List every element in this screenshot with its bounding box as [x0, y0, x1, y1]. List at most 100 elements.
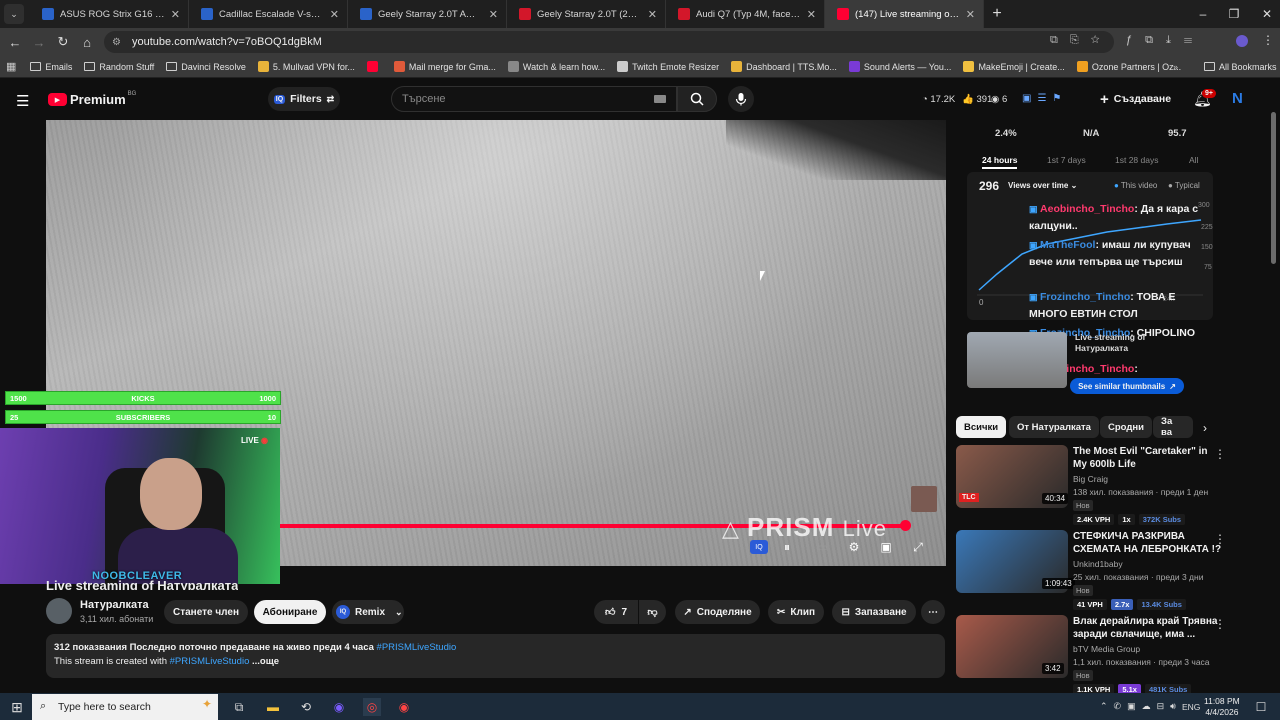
pause-icon[interactable]: ⏸: [778, 540, 796, 554]
new-tab-button[interactable]: +: [984, 5, 1010, 23]
bookmark-item[interactable]: 5. Mullvad VPN for...: [257, 61, 355, 72]
recommended-video[interactable]: TLC 40:34 The Most Evil "Caretaker" in My …: [956, 445, 1256, 525]
bookmark-item[interactable]: Dashboard | TTS.Mo...: [731, 61, 837, 72]
close-tab-icon[interactable]: ✕: [489, 8, 498, 21]
recommended-video[interactable]: 1:09:43 СТЕФКИЧА РАЗКРИВА СХЕМАТА НА ЛЕБР…: [956, 530, 1256, 610]
chrome-icon[interactable]: ◎: [363, 698, 381, 716]
profile-avatar[interactable]: [1236, 35, 1248, 47]
range-tab-all[interactable]: All: [1189, 155, 1198, 165]
chevron-right-icon[interactable]: ›: [1203, 421, 1207, 435]
video-title[interactable]: The Most Evil "Caretaker" in My 600lb Li…: [1073, 445, 1223, 471]
account-avatar[interactable]: N: [1232, 90, 1243, 107]
dislike-button[interactable]: 👎︎: [639, 600, 666, 624]
voice-search-button[interactable]: [728, 86, 754, 112]
app-icon[interactable]: ⟲: [297, 698, 315, 716]
address-bar[interactable]: ⚙ youtube.com/watch?v=7oBOQ1dgBkM: [104, 31, 1114, 53]
windows-start-icon[interactable]: ⊞: [8, 698, 26, 716]
chip-related[interactable]: Сродни: [1100, 416, 1152, 438]
home-button[interactable]: ⌂: [75, 30, 99, 54]
similar-thumbnail-preview[interactable]: [967, 332, 1067, 388]
close-tab-icon[interactable]: ✕: [966, 8, 975, 21]
close-tab-icon[interactable]: ✕: [648, 8, 657, 21]
create-button[interactable]: + Създаване: [1100, 87, 1180, 111]
back-button[interactable]: ←: [3, 30, 27, 54]
close-tab-icon[interactable]: ✕: [171, 8, 180, 21]
bookmark-item[interactable]: Watch & learn how...: [507, 61, 605, 72]
hashtag-link[interactable]: #PRISMLiveStudio: [377, 642, 457, 653]
video-description[interactable]: 312 показвания Последно поточно предаван…: [46, 634, 945, 678]
join-button[interactable]: Станете член: [164, 600, 248, 624]
obs-icon[interactable]: ◉: [395, 698, 413, 716]
page-scrollbar[interactable]: [1271, 112, 1276, 264]
filters-button[interactable]: IQ Filters ⇄: [268, 87, 340, 111]
more-options-icon[interactable]: ⋮: [1214, 447, 1226, 461]
like-button[interactable]: 👍︎ 7: [594, 600, 638, 624]
video-title[interactable]: СТЕФКИЧА РАЗКРИВА СХЕМАТА НА ЛЕБРОНКАТА …: [1073, 530, 1223, 556]
bookmark-item[interactable]: Twitch Emote Resizer: [617, 61, 719, 72]
more-options-icon[interactable]: ⋮: [1214, 532, 1226, 546]
more-bookmarks-icon[interactable]: »: [1173, 62, 1178, 72]
range-tab-7d[interactable]: 1st 7 days: [1047, 155, 1086, 165]
notifications-icon[interactable]: ☐: [1252, 698, 1270, 716]
channel-name[interactable]: Натуралката: [80, 599, 149, 611]
extension-toolbar-icons[interactable]: ▣☰⚑: [1022, 93, 1067, 104]
subtitles-icon[interactable]: ▭: [813, 540, 831, 554]
bookmark-item[interactable]: Mail merge for Gma...: [393, 61, 496, 72]
more-options-icon[interactable]: ⋮: [1214, 617, 1226, 631]
browser-tab[interactable]: Geely Starray 2.0T (238 Hp) AW ✕: [507, 0, 666, 28]
extension-icons[interactable]: ƒ⧉⤓☰: [1126, 34, 1205, 47]
miniplayer-icon[interactable]: ▣: [877, 540, 895, 554]
search-button[interactable]: [677, 86, 717, 112]
chip-all[interactable]: Всички: [956, 416, 1007, 438]
range-tab-28d[interactable]: 1st 28 days: [1115, 155, 1158, 165]
video-title[interactable]: Влак дерайлира край Трявна заради свлачи…: [1073, 615, 1223, 641]
settings-gear-icon[interactable]: ⚙: [845, 540, 863, 554]
recommended-video[interactable]: 3:42 Влак дерайлира край Трявна заради св…: [956, 615, 1256, 695]
system-tray-icons[interactable]: ⌃✆▣☁⊟🔊︎: [1100, 701, 1182, 712]
fullscreen-icon[interactable]: ⤢: [909, 540, 927, 554]
close-tab-icon[interactable]: ✕: [807, 8, 816, 21]
youtube-logo[interactable]: ▶ Premium BG: [48, 91, 136, 107]
search-input[interactable]: Търсене: [391, 86, 677, 112]
keyboard-icon[interactable]: [654, 95, 666, 103]
browser-tab[interactable]: Geely Starray 2.0T AWD GF+ , 2 ✕: [348, 0, 507, 28]
views-mode-dropdown[interactable]: Views over time ⌄: [1008, 181, 1077, 190]
task-view-icon[interactable]: ⧉: [230, 698, 248, 716]
taskbar-search-input[interactable]: ⌕ Type here to search ✦: [32, 694, 218, 720]
close-tab-icon[interactable]: ✕: [330, 8, 339, 21]
minimize-button[interactable]: –: [1186, 0, 1220, 28]
language-indicator[interactable]: ENG: [1182, 702, 1200, 712]
show-more-link[interactable]: ...още: [252, 656, 279, 667]
bookmark-item[interactable]: Sound Alerts — You...: [848, 61, 951, 72]
site-info-icon[interactable]: ⚙: [112, 37, 126, 48]
restore-button[interactable]: ❐: [1217, 0, 1251, 28]
see-similar-thumbnails-button[interactable]: See similar thumbnails ↗: [1070, 378, 1184, 394]
bookmark-item[interactable]: Davinci Resolve: [166, 62, 246, 72]
channel-avatar[interactable]: [46, 598, 72, 624]
discord-icon[interactable]: ◉: [330, 698, 348, 716]
file-explorer-icon[interactable]: ▬: [264, 698, 282, 716]
channel-watermark-icon[interactable]: [911, 486, 937, 512]
range-tab-24h[interactable]: 24 hours: [982, 155, 1018, 169]
bookmark-item[interactable]: Emails: [30, 62, 72, 72]
all-bookmarks[interactable]: All Bookmarks: [1204, 62, 1277, 72]
hamburger-menu-icon[interactable]: ☰: [16, 92, 29, 110]
bookmark-item[interactable]: [366, 61, 382, 72]
share-button[interactable]: ↗ Споделяне: [675, 600, 760, 624]
channel-name[interactable]: Unkind1baby: [1073, 559, 1123, 569]
apps-grid-icon[interactable]: ▦: [6, 60, 16, 73]
browser-tab[interactable]: Cadillac Escalade V-series Supe ✕: [189, 0, 348, 28]
chip-for-you[interactable]: За ва: [1153, 416, 1193, 438]
omnibox-action-icons[interactable]: ⧉⎘☆: [1050, 34, 1112, 47]
save-button[interactable]: ⊟ Запазване: [832, 600, 916, 624]
channel-name[interactable]: Big Craig: [1073, 474, 1108, 484]
hashtag-link[interactable]: #PRISMLiveStudio: [170, 656, 250, 667]
close-window-button[interactable]: ✕: [1250, 0, 1280, 28]
menu-icon[interactable]: ⋮: [1262, 33, 1274, 47]
browser-tab[interactable]: (147) Live streaming of Нат ✕: [825, 0, 984, 28]
reload-button[interactable]: ↻: [51, 30, 75, 54]
remix-button[interactable]: IQ Remix ⌄: [332, 600, 404, 624]
channel-name[interactable]: bTV Media Group: [1073, 644, 1140, 654]
bookmark-item[interactable]: MakeEmoji | Create...: [963, 61, 1065, 72]
forward-button[interactable]: →: [27, 30, 51, 54]
